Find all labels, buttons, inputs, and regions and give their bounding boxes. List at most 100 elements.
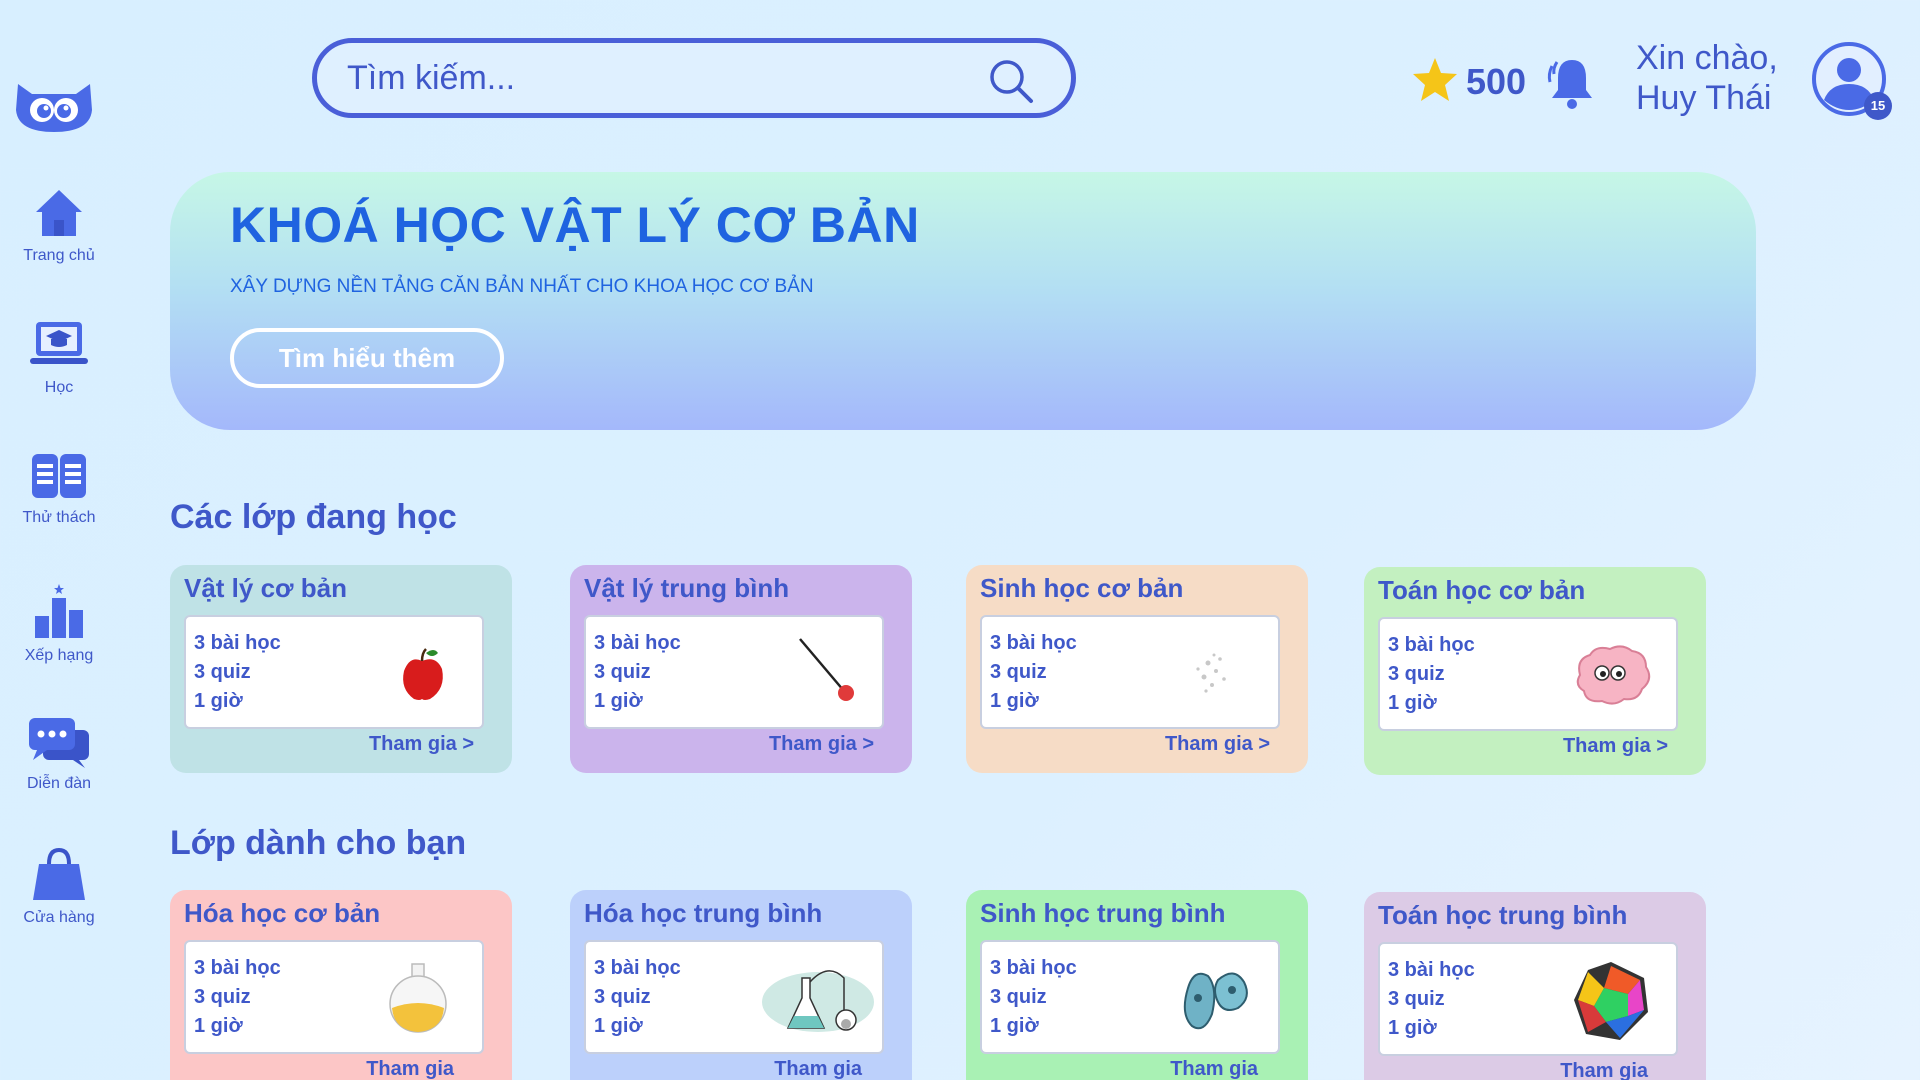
learn-more-button[interactable]: Tìm hiểu thêm <box>230 328 504 388</box>
section-title-suggested: Lớp dành cho bạn <box>170 824 467 862</box>
duration: 1 giờ <box>990 690 1039 712</box>
quiz-count: 3 quiz <box>990 986 1047 1008</box>
class-card-basic-physics[interactable]: Vật lý cơ bản 3 bài học 3 quiz 1 giờ Tha… <box>170 565 512 773</box>
join-link[interactable]: Tham gia > <box>1165 733 1270 756</box>
duration: 1 giờ <box>194 1015 243 1037</box>
duration: 1 giờ <box>194 690 243 712</box>
card-info: 3 bài học 3 quiz 1 giờ <box>980 940 1280 1054</box>
avatar[interactable]: 15 <box>1810 40 1892 120</box>
chat-icon <box>0 716 118 773</box>
featured-course-banner: KHOÁ HỌC VẬT LÝ CƠ BẢN XÂY DỰNG NỀN TẢNG… <box>170 172 1756 430</box>
duration: 1 giờ <box>1388 1017 1437 1039</box>
quiz-count: 3 quiz <box>1388 663 1445 685</box>
card-title: Sinh học trung bình <box>980 898 1226 928</box>
class-card-basic-math[interactable]: Toán học cơ bản 3 bài học 3 quiz 1 giờ T… <box>1364 567 1706 775</box>
quiz-count: 3 quiz <box>594 986 651 1008</box>
polyhedron-icon <box>1566 960 1656 1042</box>
card-stats: 3 bài học 3 quiz 1 giờ <box>990 629 1077 716</box>
bacteria-icon <box>1168 958 1258 1040</box>
class-card-intermediate-physics[interactable]: Vật lý trung bình 3 bài học 3 quiz 1 giờ… <box>570 565 912 773</box>
join-link[interactable]: Tham gia <box>1560 1060 1648 1080</box>
join-link[interactable]: Tham gia <box>366 1058 454 1080</box>
sidebar-item-ranking[interactable]: Xếp hạng <box>0 582 118 665</box>
duration: 1 giờ <box>594 690 643 712</box>
card-info: 3 bài học 3 quiz 1 giờ <box>1378 617 1678 731</box>
greeting-line-1: Xin chào, <box>1636 39 1778 77</box>
lesson-count: 3 bài học <box>1388 959 1475 981</box>
sidebar-item-learn[interactable]: Học <box>0 318 118 397</box>
laptop-graduation-icon <box>0 318 118 377</box>
card-stats: 3 bài học 3 quiz 1 giờ <box>990 954 1077 1041</box>
class-card-basic-chemistry[interactable]: Hóa học cơ bản 3 bài học 3 quiz 1 giờ Th… <box>170 890 512 1080</box>
class-card-intermediate-math[interactable]: Toán học trung bình 3 bài học 3 quiz 1 g… <box>1364 892 1706 1080</box>
card-title: Toán học cơ bản <box>1378 575 1586 605</box>
sidebar-item-label: Xếp hạng <box>24 647 94 664</box>
search-icon[interactable] <box>987 57 1035 110</box>
star-icon <box>1410 56 1460 109</box>
lab-equipment-icon <box>758 958 878 1040</box>
card-stats: 3 bài học 3 quiz 1 giờ <box>1388 631 1475 718</box>
join-link[interactable]: Tham gia > <box>369 733 474 756</box>
quiz-count: 3 quiz <box>194 986 251 1008</box>
join-link[interactable]: Tham gia > <box>1563 735 1668 758</box>
join-link[interactable]: Tham gia > <box>769 733 874 756</box>
flask-icon <box>372 958 462 1040</box>
pendulum-icon <box>772 633 862 715</box>
quiz-count: 3 quiz <box>594 661 651 683</box>
lesson-count: 3 bài học <box>990 957 1077 979</box>
card-stats: 3 bài học 3 quiz 1 giờ <box>594 629 681 716</box>
lesson-count: 3 bài học <box>194 957 281 979</box>
card-stats: 3 bài học 3 quiz 1 giờ <box>1388 956 1475 1043</box>
duration: 1 giờ <box>990 1015 1039 1037</box>
banner-title: KHOÁ HỌC VẬT LÝ CƠ BẢN <box>230 197 920 253</box>
card-stats: 3 bài học 3 quiz 1 giờ <box>194 629 281 716</box>
card-title: Hóa học cơ bản <box>184 898 381 928</box>
brain-icon <box>1566 635 1656 717</box>
duration: 1 giờ <box>594 1015 643 1037</box>
sidebar-item-shop[interactable]: Cửa hàng <box>0 846 118 927</box>
lesson-count: 3 bài học <box>194 632 281 654</box>
lesson-count: 3 bài học <box>594 957 681 979</box>
quiz-count: 3 quiz <box>1388 988 1445 1010</box>
quiz-count: 3 quiz <box>990 661 1047 683</box>
card-title: Toán học trung bình <box>1378 900 1628 930</box>
class-card-basic-biology[interactable]: Sinh học cơ bản 3 bài học 3 quiz 1 giờ T… <box>966 565 1308 773</box>
card-info: 3 bài học 3 quiz 1 giờ <box>184 615 484 729</box>
card-title: Vật lý cơ bản <box>184 573 347 603</box>
card-info: 3 bài học 3 quiz 1 giờ <box>584 940 884 1054</box>
bell-icon[interactable] <box>1544 52 1600 117</box>
sidebar-item-forum[interactable]: Diễn đàn <box>0 716 118 793</box>
sidebar: Trang chủ Học Thử thách Xếp hạng Diễn đà… <box>0 0 120 1080</box>
join-link[interactable]: Tham gia <box>1170 1058 1258 1080</box>
search-input[interactable] <box>347 53 967 103</box>
home-icon <box>0 186 118 245</box>
class-card-intermediate-biology[interactable]: Sinh học trung bình 3 bài học 3 quiz 1 g… <box>966 890 1308 1080</box>
points-display: 500 <box>1410 52 1526 112</box>
user-name: Huy Thái <box>1636 79 1772 117</box>
join-link[interactable]: Tham gia <box>774 1058 862 1080</box>
sidebar-item-label: Cửa hàng <box>23 909 95 926</box>
level-badge: 15 <box>1864 92 1892 120</box>
class-card-intermediate-chemistry[interactable]: Hóa học trung bình 3 bài học 3 quiz 1 gi… <box>570 890 912 1080</box>
shopping-bag-icon <box>0 846 118 907</box>
apple-icon <box>372 633 462 715</box>
quiz-count: 3 quiz <box>194 661 251 683</box>
owl-logo-icon[interactable] <box>12 70 96 134</box>
user-greeting: Xin chào, Huy Thái <box>1636 38 1778 118</box>
book-icon <box>0 450 118 507</box>
sidebar-item-home[interactable]: Trang chủ <box>0 186 118 265</box>
sidebar-item-label: Học <box>44 379 74 396</box>
lesson-count: 3 bài học <box>594 632 681 654</box>
card-title: Sinh học cơ bản <box>980 573 1184 603</box>
sidebar-item-challenge[interactable]: Thử thách <box>0 450 118 527</box>
sidebar-item-label: Thử thách <box>22 509 96 526</box>
duration: 1 giờ <box>1388 692 1437 714</box>
card-title: Hóa học trung bình <box>584 898 823 928</box>
points-value: 500 <box>1466 61 1527 102</box>
card-info: 3 bài học 3 quiz 1 giờ <box>980 615 1280 729</box>
card-stats: 3 bài học 3 quiz 1 giờ <box>594 954 681 1041</box>
card-stats: 3 bài học 3 quiz 1 giờ <box>194 954 281 1041</box>
banner-subtitle: XÂY DỰNG NỀN TẢNG CĂN BẢN NHẤT CHO KHOA … <box>230 276 814 297</box>
card-info: 3 bài học 3 quiz 1 giờ <box>1378 942 1678 1056</box>
leaderboard-icon <box>0 582 118 645</box>
